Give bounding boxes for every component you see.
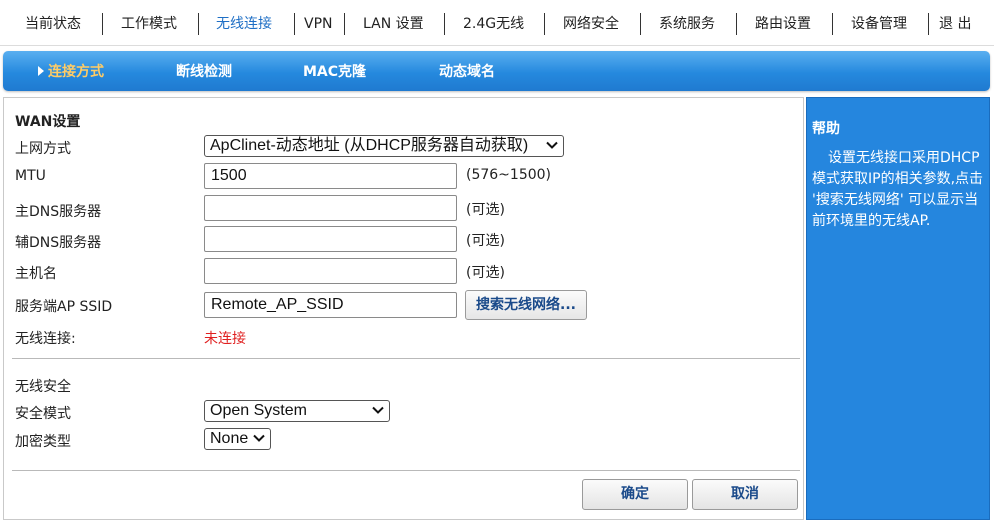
confirm-button[interactable]: 确定	[582, 479, 688, 510]
ssid-input[interactable]	[204, 292, 457, 318]
security-mode-select[interactable]: Open System	[204, 400, 390, 422]
help-panel: 帮助 设置无线接口采用DHCP模式获取IP的相关参数,点击 '搜索无线网络' 可…	[806, 97, 990, 520]
hostname-optional-hint: (可选)	[466, 265, 505, 281]
nav-separator	[928, 13, 929, 35]
nav-separator	[344, 13, 345, 35]
nav-separator	[444, 13, 445, 35]
chevron-down-icon	[372, 404, 384, 416]
connection-mode-value: ApClinet-动态地址 (从DHCP服务器自动获取)	[210, 137, 529, 154]
connection-status-value: 未连接	[204, 331, 246, 347]
connection-mode-select[interactable]: ApClinet-动态地址 (从DHCP服务器自动获取)	[204, 135, 564, 157]
mode-label: 上网方式	[15, 141, 71, 157]
encryption-type-select[interactable]: None	[204, 428, 271, 450]
primary-dns-input[interactable]	[204, 195, 457, 221]
security-section-title: 无线安全	[15, 379, 71, 395]
mtu-range-hint: (576~1500)	[466, 167, 552, 183]
dns1-label: 主DNS服务器	[15, 204, 102, 220]
help-title: 帮助	[812, 121, 840, 137]
wan-section-title: WAN设置	[15, 114, 81, 130]
section-divider	[12, 358, 800, 359]
security-mode-value: Open System	[210, 402, 307, 419]
nav-item-logout[interactable]: 退 出	[939, 14, 971, 34]
sub-tab-bar: 连接方式 断线检测 MAC克隆 动态域名	[3, 51, 990, 91]
chevron-down-icon	[253, 432, 265, 444]
tab-disconnect-detect[interactable]: 断线检测	[176, 62, 232, 82]
dns2-optional-hint: (可选)	[466, 233, 505, 249]
dns2-label: 辅DNS服务器	[15, 235, 102, 251]
nav-item-routing[interactable]: 路由设置	[755, 14, 811, 34]
hostname-label: 主机名	[15, 266, 57, 282]
cancel-button[interactable]: 取消	[692, 479, 798, 510]
secondary-dns-input[interactable]	[204, 226, 457, 252]
nav-item-wireless-connect[interactable]: 无线连接	[216, 14, 272, 34]
nav-item-system-services[interactable]: 系统服务	[659, 14, 715, 34]
wan-settings-panel: WAN设置 上网方式 ApClinet-动态地址 (从DHCP服务器自动获取) …	[3, 97, 804, 520]
nav-item-vpn[interactable]: VPN	[304, 14, 333, 34]
encryption-type-label: 加密类型	[15, 434, 71, 450]
nav-separator	[294, 13, 295, 35]
encryption-type-value: None	[210, 430, 249, 447]
nav-separator	[102, 13, 103, 35]
tab-mac-clone[interactable]: MAC克隆	[303, 62, 366, 82]
nav-item-status[interactable]: 当前状态	[25, 14, 81, 34]
nav-separator	[832, 13, 833, 35]
chevron-down-icon	[546, 139, 558, 151]
tab-connection-mode-label: 连接方式	[48, 64, 104, 80]
nav-separator	[640, 13, 641, 35]
hostname-input[interactable]	[204, 258, 457, 284]
security-mode-label: 安全模式	[15, 406, 71, 422]
nav-item-wireless-24g[interactable]: 2.4G无线	[463, 14, 524, 34]
actions-divider	[12, 470, 800, 471]
nav-item-device-management[interactable]: 设备管理	[851, 14, 907, 34]
nav-separator	[544, 13, 545, 35]
help-text: 设置无线接口采用DHCP模式获取IP的相关参数,点击 '搜索无线网络' 可以显示…	[812, 150, 984, 229]
ssid-label: 服务端AP SSID	[15, 299, 113, 315]
tab-ddns[interactable]: 动态域名	[439, 62, 495, 82]
mtu-label: MTU	[15, 168, 46, 184]
dns1-optional-hint: (可选)	[466, 202, 505, 218]
nav-item-lan-settings[interactable]: LAN 设置	[363, 14, 424, 34]
scan-wireless-button[interactable]: 搜索无线网络...	[465, 290, 587, 320]
caret-right-icon	[38, 66, 44, 76]
nav-separator	[736, 13, 737, 35]
wireless-connection-label: 无线连接:	[15, 331, 76, 347]
nav-item-work-mode[interactable]: 工作模式	[121, 14, 177, 34]
nav-item-network-security[interactable]: 网络安全	[563, 14, 619, 34]
nav-separator	[198, 13, 199, 35]
mtu-input[interactable]	[204, 163, 457, 189]
tab-connection-mode[interactable]: 连接方式	[38, 62, 104, 82]
top-navigation: 当前状态 工作模式 无线连接 VPN LAN 设置 2.4G无线 网络安全 系统…	[0, 0, 994, 46]
